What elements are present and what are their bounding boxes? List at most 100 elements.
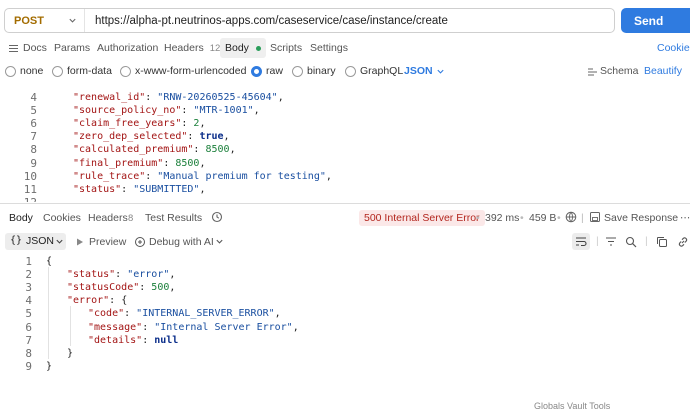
json-colon: : (121, 183, 134, 195)
resp-tab-body[interactable]: Body (9, 212, 33, 224)
json-comma: , (223, 131, 230, 143)
send-button[interactable]: Send (621, 8, 690, 33)
separator-dot: • (520, 212, 524, 224)
json-comma: , (229, 144, 236, 156)
tab-settings[interactable]: Settings (310, 38, 348, 58)
filter-icon[interactable] (605, 236, 617, 247)
line-number: 9 (25, 359, 32, 373)
json-value: "Manual premium for testing" (157, 170, 326, 182)
line-number: 2 (25, 268, 32, 282)
resp-tab-headers[interactable]: Headers (88, 212, 128, 224)
tab-body-label: Body (225, 42, 249, 54)
separator-bar: | (596, 235, 599, 247)
code-line: } (46, 360, 52, 373)
json-key: "zero_dep_selected" (73, 131, 188, 143)
request-body-editor[interactable]: 4 "renewal_id": "RNW-20260525-45604", 5 "so… (0, 88, 690, 202)
pane-divider[interactable] (0, 203, 690, 204)
more-options-icon[interactable]: ⋯ (680, 212, 690, 224)
search-icon[interactable] (625, 236, 637, 248)
tab-body[interactable]: Body (220, 38, 266, 58)
json-colon: : (187, 131, 200, 143)
headers-count-badge: 12 (209, 42, 221, 54)
cookies-link-label: Cookies (657, 42, 690, 54)
response-format-select[interactable]: {} JSON (5, 233, 66, 250)
json-colon: : (145, 170, 158, 182)
link-icon[interactable] (677, 236, 689, 248)
radio-raw[interactable] (251, 66, 262, 77)
wrap-lines-button[interactable] (572, 233, 590, 250)
preview-button[interactable]: Preview (89, 236, 126, 248)
globe-icon[interactable] (565, 211, 577, 226)
radio-graphql[interactable] (345, 66, 356, 77)
resp-tab-cookies[interactable]: Cookies (43, 212, 81, 224)
json-key: "details" (88, 334, 143, 346)
save-response-button[interactable]: Save Response (604, 212, 678, 224)
code-line: } (67, 347, 73, 360)
request-tabs: Docs Params Authorization Headers 12 Body… (0, 38, 690, 58)
line-number: 5 (25, 307, 32, 321)
radio-form-data[interactable] (52, 66, 63, 77)
tab-authorization[interactable]: Authorization (97, 38, 158, 58)
response-format-label: JSON (26, 235, 55, 247)
schema-icon (588, 68, 597, 76)
json-colon: : (181, 105, 194, 117)
json-colon: : (115, 269, 128, 281)
code-line: "message": "Internal Server Error", (88, 321, 299, 334)
history-icon[interactable] (211, 211, 223, 226)
json-comma: , (274, 308, 281, 320)
code-line: "rule_trace": "Manual premium for testin… (73, 170, 332, 183)
tab-docs-label: Docs (23, 42, 47, 54)
radio-form-data-label: form-data (67, 65, 112, 77)
radio-binary[interactable] (292, 66, 303, 77)
separator-bar: | (581, 212, 584, 224)
save-icon (589, 211, 601, 226)
url-input[interactable]: https://alpha-pt.neutrinos-apps.com/case… (85, 15, 448, 27)
tab-scripts[interactable]: Scripts (270, 38, 302, 58)
json-value: true (199, 131, 224, 143)
beautify-button[interactable]: Beautify (644, 65, 682, 77)
separator-bar: | (645, 235, 648, 247)
tab-params[interactable]: Params (54, 38, 90, 58)
response-tabs: Body Cookies Headers 8 Test Results 500 … (0, 209, 690, 227)
schema-button[interactable]: Schema (600, 65, 639, 77)
json-colon: : (145, 92, 158, 103)
code-line: "calculated_premium": 8500, (73, 143, 236, 156)
code-line: "code": "INTERNAL_SERVER_ERROR", (88, 307, 281, 320)
radio-graphql-label: GraphQL (360, 65, 404, 77)
chevron-down-icon (69, 18, 76, 23)
radio-urlencoded-label: x-www-form-urlencoded (135, 65, 247, 77)
resp-tab-test-results[interactable]: Test Results (145, 212, 202, 224)
tab-headers[interactable]: Headers 12 (164, 38, 220, 58)
copy-icon[interactable] (656, 236, 668, 248)
code-line: "renewal_id": "RNW-20260525-45604", (73, 91, 284, 104)
json-key: "calculated_premium" (73, 144, 194, 156)
code-line: { (46, 255, 52, 268)
docs-icon (9, 44, 18, 52)
json-key: "statusCode" (67, 282, 140, 294)
json-brace: } (46, 360, 53, 372)
debug-with-ai-button[interactable]: Debug with AI (149, 236, 214, 248)
cookies-link[interactable]: Cookies (657, 38, 690, 58)
radio-none-label: none (20, 65, 44, 77)
chevron-down-icon[interactable] (215, 237, 224, 246)
json-key: "renewal_id" (73, 92, 146, 103)
tab-docs[interactable]: Docs (8, 38, 47, 58)
body-format-select[interactable]: JSON (404, 65, 433, 77)
json-colon: : (181, 118, 194, 130)
body-indicator-dot (255, 45, 261, 51)
line-number: 6 (30, 117, 37, 131)
json-value: "MTR-1001" (193, 105, 254, 117)
status-badge[interactable]: 500 Internal Server Error (359, 210, 485, 226)
line-number: 11 (23, 182, 37, 196)
radio-none[interactable] (5, 66, 16, 77)
response-body-viewer[interactable]: 1 {2 "status": "error", 3 "statusCode": 500,… (0, 254, 690, 373)
http-method-label: POST (14, 14, 44, 27)
json-value: { (121, 295, 128, 307)
json-colon: : (163, 157, 176, 169)
radio-urlencoded[interactable] (120, 66, 131, 77)
body-type-selector: none form-data x-www-form-urlencoded raw… (0, 63, 690, 81)
separator-dot: • (557, 212, 561, 224)
json-key: "status" (67, 269, 116, 281)
code-line: "source_policy_no": "MTR-1001", (73, 104, 260, 117)
http-method-select[interactable]: POST (5, 9, 85, 32)
